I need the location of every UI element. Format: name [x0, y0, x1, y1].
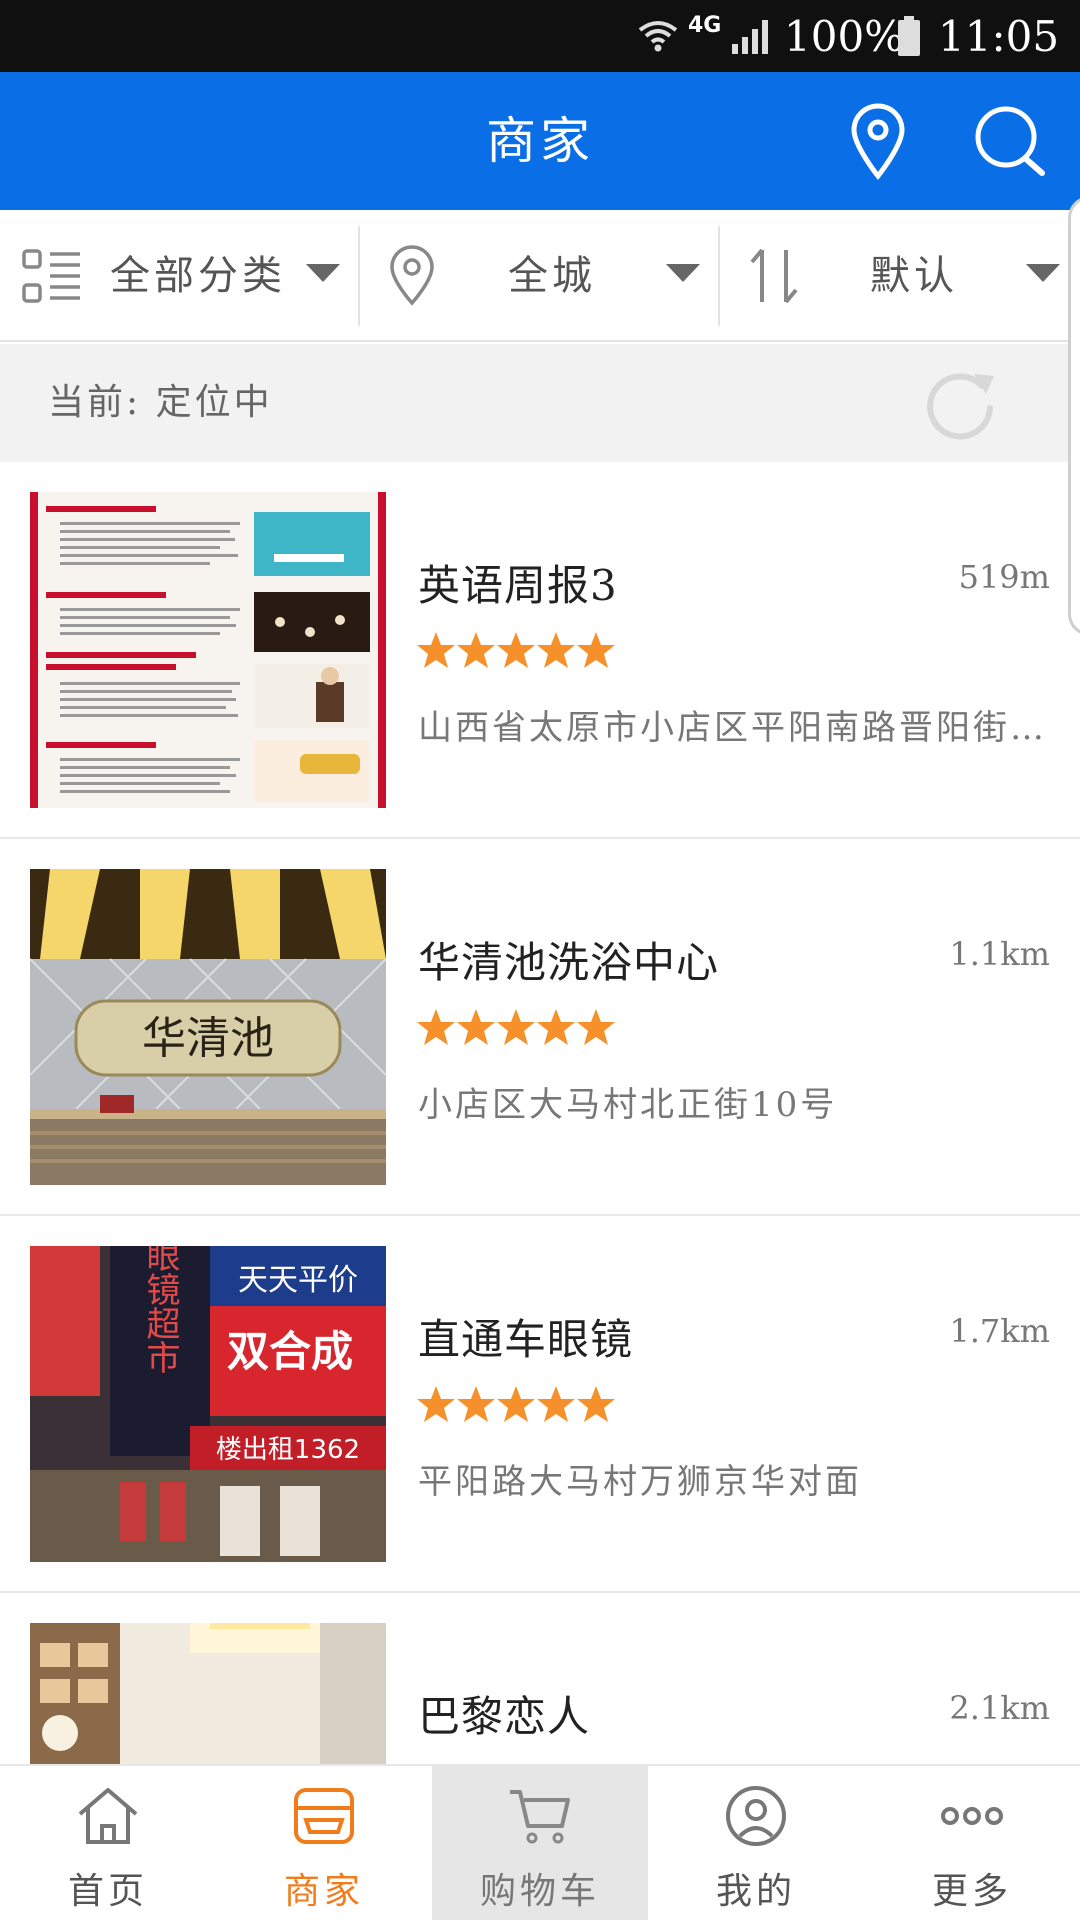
star-icon [537, 632, 575, 668]
merchant-distance: 1.7km [949, 1312, 1050, 1350]
star-icon [457, 1009, 495, 1045]
star-icon [537, 1386, 575, 1422]
star-icon [457, 632, 495, 668]
status-bar: 4G 100% 11:05 [0, 0, 1080, 72]
current-location-bar: 当前: 定位中 [0, 344, 1080, 462]
merchant-thumbnail: 眼镜超市 天天平价 双合成 楼出租1362 [30, 1246, 386, 1562]
rating-stars [416, 1007, 616, 1047]
shop-icon [292, 1784, 356, 1848]
more-icon [940, 1784, 1004, 1848]
nav-merchants-label: 商家 [283, 1871, 364, 1912]
merchant-name: 巴黎恋人 [418, 1692, 591, 1741]
merchant-thumbnail: 华清池 [30, 869, 386, 1185]
area-filter[interactable]: 全城 [360, 224, 718, 328]
nav-more[interactable]: 更多 [864, 1766, 1080, 1920]
sort-icon [746, 246, 806, 306]
sort-filter-label: 默认 [870, 253, 958, 299]
nav-cart-label: 购物车 [479, 1871, 600, 1912]
star-icon [577, 632, 615, 668]
nav-profile-label: 我的 [715, 1871, 796, 1912]
bottom-nav: 首页 商家 购物车 我的 更多 [0, 1764, 1080, 1920]
location-pin-icon [382, 245, 442, 306]
location-button[interactable] [836, 99, 920, 183]
rating-stars [416, 1384, 616, 1424]
merchant-distance: 519m [958, 558, 1050, 596]
merchant-distance: 2.1km [949, 1689, 1050, 1727]
star-icon [457, 1386, 495, 1422]
network-type: 4G [688, 12, 722, 38]
battery-percent: 100% [784, 11, 905, 61]
store-sign-text: 眼镜超市 [140, 1246, 180, 1374]
star-icon [417, 632, 455, 668]
battery-icon [896, 0, 922, 72]
merchant-address: 平阳路大马村万狮京华对面 [418, 1462, 862, 1502]
app-header: 商家 [0, 72, 1080, 210]
merchant-item[interactable]: 英语周报3 519m 山西省太原市小店区平阳南路晋阳街... [0, 462, 1080, 839]
signal-icon [730, 0, 774, 72]
category-filter[interactable]: 全部分类 [0, 224, 358, 328]
merchant-item[interactable]: 眼镜超市 天天平价 双合成 楼出租1362 直通车眼镜 1.7km 平阳路大马村… [0, 1216, 1080, 1593]
star-icon [417, 1009, 455, 1045]
sort-filter[interactable]: 默认 [720, 224, 1080, 328]
merchant-distance: 1.1km [949, 935, 1050, 973]
star-icon [577, 1009, 615, 1045]
refresh-button[interactable] [920, 364, 1000, 444]
divider [358, 226, 360, 326]
star-icon [577, 1386, 615, 1422]
search-button[interactable] [968, 99, 1052, 183]
star-icon [497, 632, 535, 668]
merchant-address: 山西省太原市小店区平阳南路晋阳街... [418, 708, 1048, 748]
refresh-icon [927, 373, 994, 440]
merchant-item[interactable]: 华清池 华清池洗浴中心 1.1km 小店区大马村北正街10号 [0, 839, 1080, 1216]
area-filter-label: 全城 [508, 253, 596, 299]
user-icon [724, 1784, 788, 1848]
star-icon [497, 1009, 535, 1045]
divider [718, 226, 720, 326]
cart-icon [508, 1784, 572, 1848]
rating-stars [416, 630, 616, 670]
merchant-name: 华清池洗浴中心 [418, 938, 720, 987]
nav-more-label: 更多 [931, 1871, 1012, 1912]
nav-profile[interactable]: 我的 [648, 1766, 864, 1920]
nav-home[interactable]: 首页 [0, 1766, 216, 1920]
nav-merchants[interactable]: 商家 [216, 1766, 432, 1920]
merchant-thumbnail [30, 492, 386, 808]
star-icon [417, 1386, 455, 1422]
current-location-text: 当前: 定位中 [48, 382, 273, 423]
chevron-down-icon [666, 264, 700, 282]
nav-home-label: 首页 [67, 1871, 148, 1912]
home-icon [76, 1784, 140, 1848]
clock: 11:05 [938, 11, 1060, 61]
store-sign-text: 华清池 [142, 1013, 274, 1064]
wifi-icon [636, 0, 680, 72]
location-pin-icon [851, 103, 905, 180]
category-filter-label: 全部分类 [110, 253, 286, 299]
merchant-name: 英语周报3 [418, 561, 618, 610]
nav-cart[interactable]: 购物车 [432, 1766, 648, 1920]
chevron-down-icon [306, 264, 340, 282]
filter-bar: 全部分类 全城 默认 [0, 210, 1080, 342]
store-sign-text: 双合成 [227, 1327, 353, 1376]
merchant-address: 小店区大马村北正街10号 [418, 1085, 838, 1125]
merchant-name: 直通车眼镜 [418, 1315, 634, 1364]
store-sign-text: 楼出租1362 [216, 1435, 360, 1465]
category-grid-icon [22, 246, 82, 306]
store-sign-text: 天天平价 [238, 1263, 358, 1298]
star-icon [497, 1386, 535, 1422]
chevron-down-icon [1026, 264, 1060, 282]
star-icon [537, 1009, 575, 1045]
search-icon [975, 106, 1045, 176]
edge-panel-handle[interactable] [1068, 196, 1080, 636]
